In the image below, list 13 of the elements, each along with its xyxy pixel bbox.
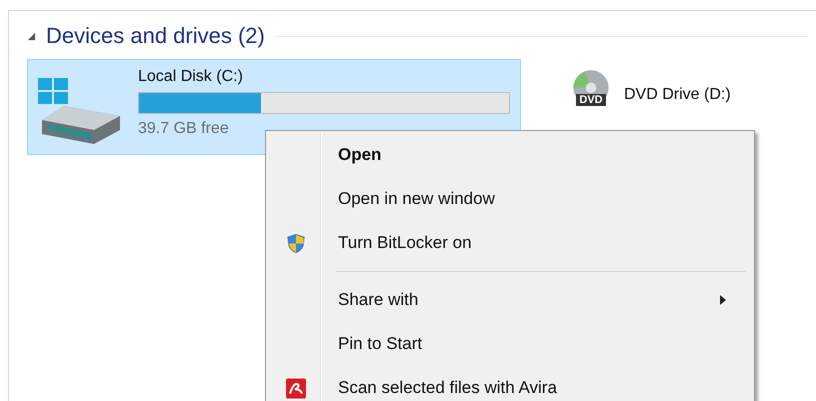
free-space-text: 39.7 GB free [138, 120, 230, 138]
menu-item[interactable]: Open in new window [268, 177, 752, 221]
collapse-triangle-icon[interactable] [27, 32, 36, 40]
menu-item[interactable]: Scan selected files with Avira [268, 366, 752, 401]
menu-item[interactable]: Turn BitLocker on [268, 221, 752, 265]
group-title: Devices and drives (2) [46, 23, 265, 49]
drive-tile[interactable]: DVD DVD Drive (D:) [561, 63, 738, 111]
shield-icon [286, 232, 306, 254]
drive-name: Local Disk (C:) [138, 68, 244, 86]
app-logo-icon [286, 378, 306, 398]
menu-item[interactable]: Share with [268, 278, 752, 322]
drive-name: DVD Drive (D:) [624, 86, 731, 104]
menu-item[interactable]: Pin to Start [268, 322, 752, 366]
